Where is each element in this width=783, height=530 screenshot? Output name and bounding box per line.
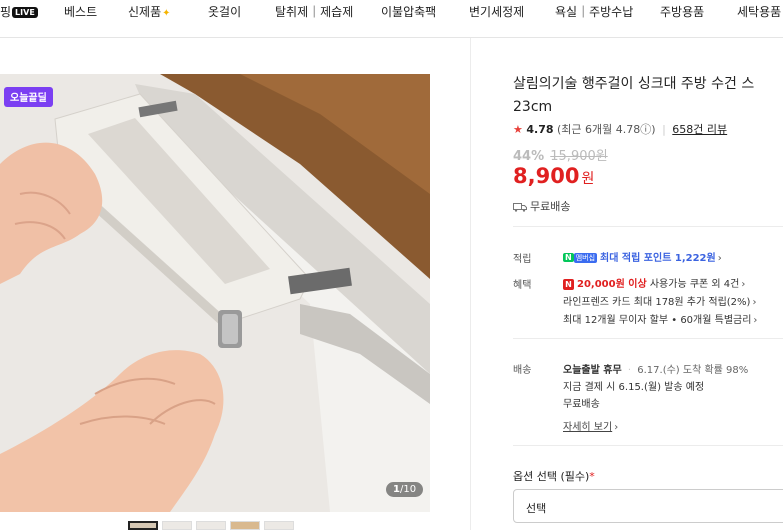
installment-row[interactable]: 최대 12개월 무이자 할부 • 60개월 특별금리 › bbox=[563, 311, 757, 326]
card-benefit-text: 라인프렌즈 카드 최대 178원 추가 적립(2%) bbox=[563, 297, 751, 308]
thumbnail-2[interactable] bbox=[162, 521, 192, 530]
delivery-label: 배송 bbox=[513, 365, 532, 376]
nav-live-item[interactable]: 핑 LIVE bbox=[0, 3, 38, 20]
nav-item-best[interactable]: 베스트 bbox=[64, 3, 97, 20]
card-benefit-row[interactable]: 라인프렌즈 카드 최대 178원 추가 적립(2%) › bbox=[563, 293, 756, 308]
chevron-right-icon: › bbox=[614, 422, 619, 433]
chevron-right-icon: › bbox=[753, 315, 758, 326]
review-count-link[interactable]: 658건 리뷰 bbox=[672, 123, 727, 136]
points-text: 최대 적립 포인트 1,222원 bbox=[600, 253, 716, 264]
thumbnail-5[interactable] bbox=[264, 521, 294, 530]
today-deal-badge: 오늘끝딜 bbox=[4, 87, 53, 107]
product-title-line2: 23cm bbox=[513, 99, 553, 115]
product-photo bbox=[0, 74, 430, 512]
nav-item-kitchen[interactable]: 주방용품 bbox=[660, 3, 704, 20]
image-counter-total: /10 bbox=[399, 484, 417, 495]
chevron-right-icon: › bbox=[741, 279, 746, 290]
thumbnail-strip bbox=[128, 521, 298, 530]
thumbnail-3[interactable] bbox=[196, 521, 226, 530]
info-icon[interactable]: ⓘ bbox=[640, 123, 651, 136]
image-counter: 1/10 bbox=[386, 482, 424, 497]
thumbnail-1[interactable] bbox=[128, 521, 158, 530]
rating-row: ★ 4.78 (최근 6개월 4.78ⓘ) | 658건 리뷰 bbox=[513, 121, 727, 137]
nav-item-compression[interactable]: 이불압축팩 bbox=[381, 3, 436, 20]
benefits-label: 혜택 bbox=[513, 280, 532, 291]
shipping-text: 무료배송 bbox=[530, 200, 571, 213]
star-icon: ★ bbox=[513, 123, 523, 136]
option-label: 옵션 선택 (필수)* bbox=[513, 468, 595, 484]
points-row[interactable]: N 멤버십 최대 적립 포인트 1,222원 › bbox=[563, 249, 722, 264]
nav-live-text: 핑 bbox=[0, 5, 12, 19]
nav-item-laundry[interactable]: 세탁용품 bbox=[737, 3, 781, 20]
discount-rate: 44% bbox=[513, 149, 545, 164]
nav-item-storage[interactable]: 욕실｜주방수납 bbox=[555, 3, 633, 20]
option-select[interactable]: 선택 bbox=[513, 489, 783, 523]
sale-price: 8,900 원 bbox=[513, 164, 594, 188]
delivery-line2: 지금 결제 시 6.15.(월) 발송 예정 bbox=[563, 382, 705, 393]
image-counter-current: 1 bbox=[393, 484, 400, 495]
top-nav: 핑 LIVE 베스트 신제품✦ 옷걸이 탈취제｜제습제 이불압축팩 변기세정제 욕… bbox=[0, 0, 783, 38]
product-main-image[interactable] bbox=[0, 74, 430, 512]
points-label: 적립 bbox=[513, 254, 532, 265]
nav-item-toilet-cleaner[interactable]: 변기세정제 bbox=[469, 3, 524, 20]
discount-row: 44% 15,900원 bbox=[513, 145, 608, 164]
recent-rating-close: ) bbox=[651, 123, 656, 136]
live-badge: LIVE bbox=[12, 7, 38, 18]
delivery-line1: 오늘출발 휴무 · 6.17.(수) 도착 확률 98% bbox=[563, 361, 748, 376]
option-select-value: 선택 bbox=[526, 502, 547, 515]
shipping-info: 무료배송 bbox=[513, 198, 570, 215]
chevron-right-icon: › bbox=[717, 253, 722, 264]
delivery-detail-link: 자세히 보기 bbox=[563, 422, 613, 433]
nav-item-hangers[interactable]: 옷걸이 bbox=[208, 3, 241, 20]
divider bbox=[513, 445, 783, 446]
rating-score: 4.78 bbox=[526, 123, 554, 136]
sparkle-icon: ✦ bbox=[162, 8, 171, 19]
delivery-line3: 무료배송 bbox=[563, 399, 600, 410]
nav-item-new[interactable]: 신제품✦ bbox=[128, 3, 171, 20]
truck-icon bbox=[513, 202, 527, 215]
coupon-text: 사용가능 쿠폰 외 4건 bbox=[649, 279, 740, 290]
divider bbox=[513, 226, 783, 227]
nav-item-new-label: 신제품 bbox=[128, 5, 162, 19]
delivery-detail[interactable]: 자세히 보기 › bbox=[563, 418, 618, 433]
delivery-status: 오늘출발 휴무 bbox=[563, 365, 622, 376]
nav-item-deodorizer[interactable]: 탈취제｜제습제 bbox=[275, 3, 353, 20]
price-value: 8,900 bbox=[513, 164, 580, 188]
required-mark: * bbox=[589, 470, 595, 483]
npay-icon: N bbox=[563, 253, 574, 262]
naver-n-icon: N bbox=[563, 279, 574, 290]
price-unit: 원 bbox=[581, 171, 595, 187]
product-title: 살림의기술 행주걸이 싱크대 주방 수건 스 bbox=[513, 76, 755, 92]
chevron-right-icon: › bbox=[752, 297, 757, 308]
column-divider bbox=[470, 38, 471, 530]
option-label-text: 옵션 선택 (필수) bbox=[513, 470, 590, 483]
divider bbox=[513, 338, 783, 339]
delivery-arrival: 6.17.(수) 도착 확률 98% bbox=[637, 365, 749, 376]
recent-rating: (최근 6개월 4.78 bbox=[557, 123, 641, 136]
membership-badge: 멤버십 bbox=[573, 253, 598, 263]
coupon-row[interactable]: N 20,000원 이상 사용가능 쿠폰 외 4건 › bbox=[563, 275, 745, 290]
thumbnail-4[interactable] bbox=[230, 521, 260, 530]
original-price: 15,900원 bbox=[550, 149, 608, 164]
installment-text: 최대 12개월 무이자 할부 • 60개월 특별금리 bbox=[563, 315, 752, 326]
coupon-amount: 20,000원 이상 bbox=[577, 279, 647, 290]
separator: · bbox=[627, 365, 632, 376]
separator: | bbox=[662, 123, 666, 136]
